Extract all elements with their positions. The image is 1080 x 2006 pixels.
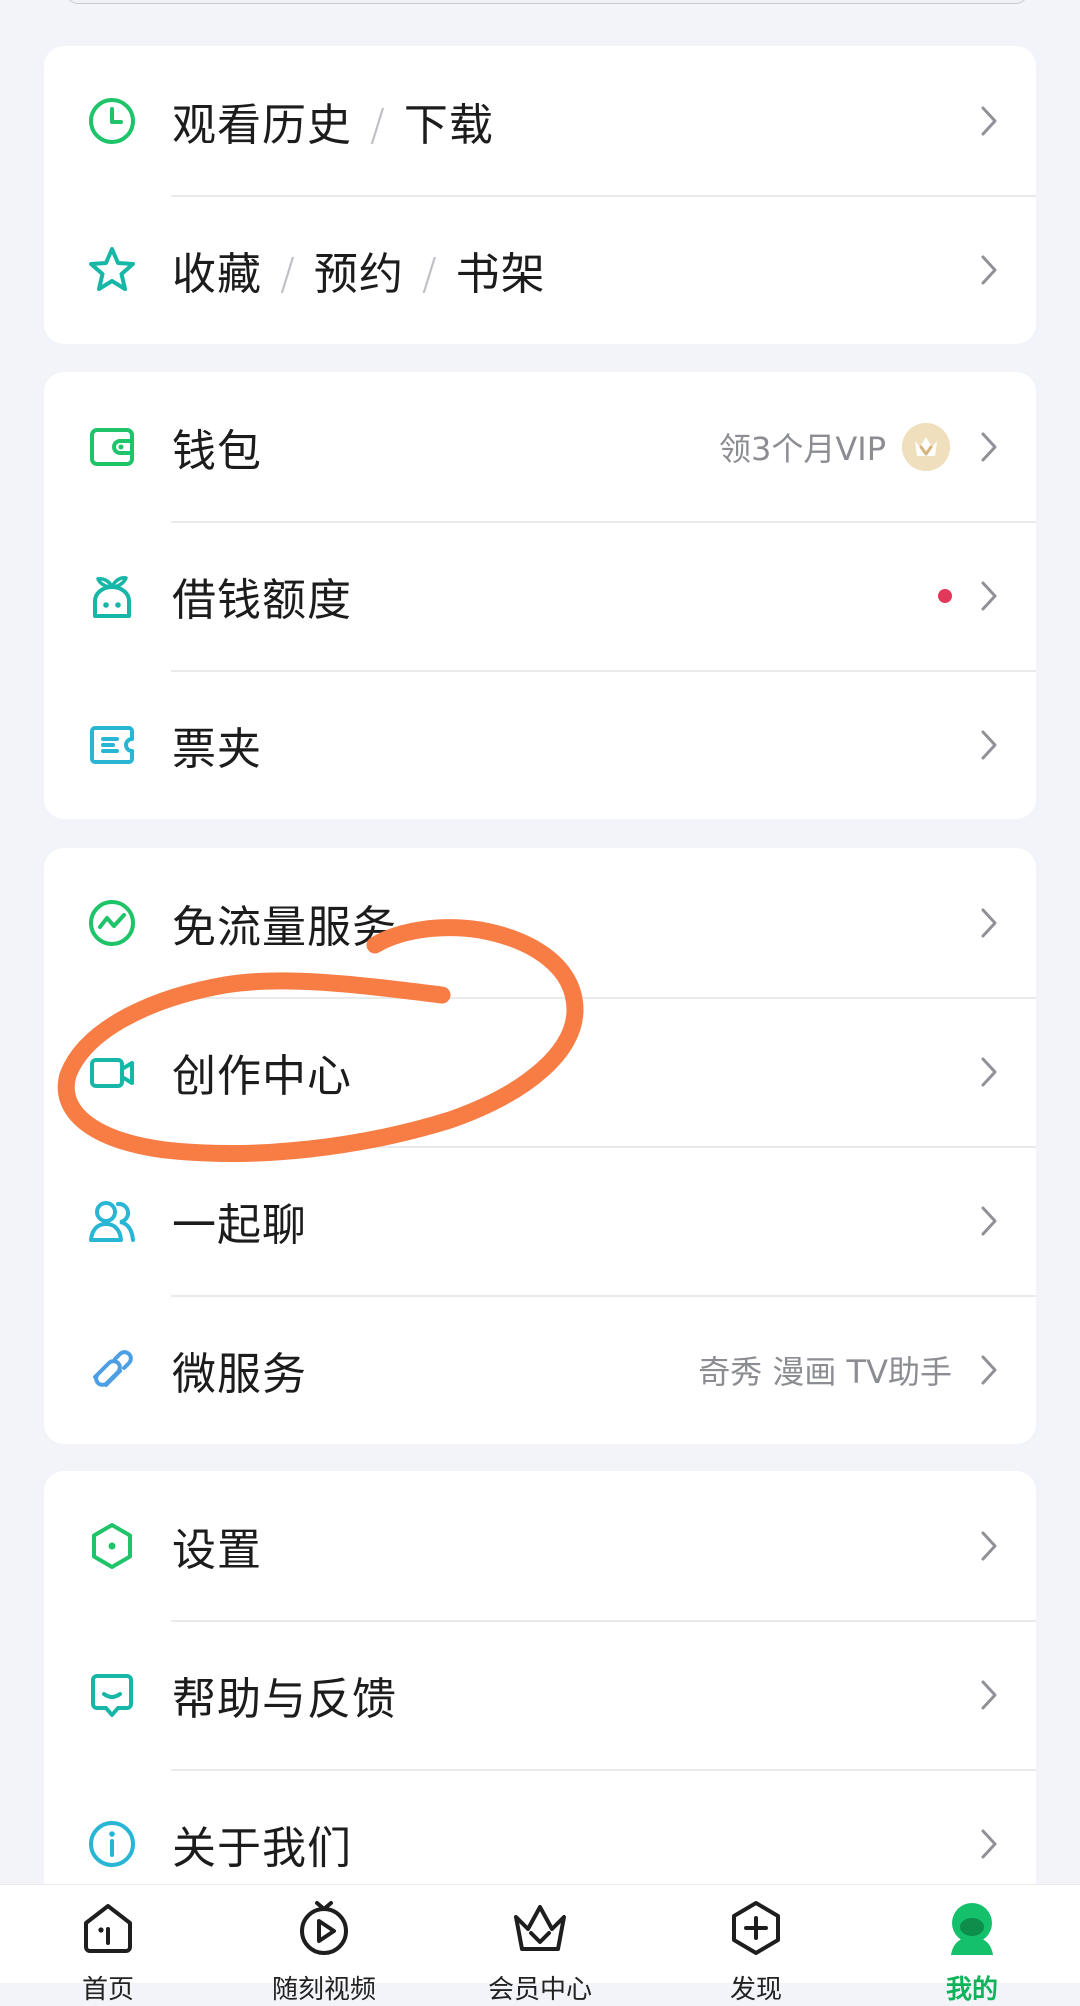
menu-row-free-data[interactable]: 免流量服务 [44, 848, 1036, 997]
info-icon [87, 1819, 137, 1869]
tab-label: 随刻视频 [271, 1975, 376, 2005]
history-card: 观看历史 / 下载 收藏 / 预约 / 书架 [44, 46, 1036, 344]
menu-label: 微服务 [172, 1348, 307, 1400]
wallet-icon [87, 422, 137, 472]
tab-vip-center[interactable]: 会员中心 [432, 1885, 648, 2005]
vip-crown-icon [511, 1899, 569, 1957]
menu-label: 钱包 [172, 425, 262, 477]
tab-me[interactable]: 我的 [864, 1885, 1080, 2005]
tab-label: 首页 [81, 1975, 134, 2005]
menu-label: 帮助与反馈 [172, 1673, 397, 1725]
star-icon [87, 245, 137, 295]
tab-label: 我的 [945, 1975, 998, 2005]
menu-label: 借钱额度 [172, 574, 352, 626]
tab-suike-video[interactable]: 随刻视频 [216, 1885, 432, 2005]
menu-label: 免流量服务 [172, 901, 397, 953]
menu-row-help-feedback[interactable]: 帮助与反馈 [44, 1620, 1036, 1769]
play-icon [295, 1899, 353, 1957]
chevron-right-icon [978, 727, 1000, 763]
menu-label: 一起聊 [172, 1199, 307, 1251]
chevron-right-icon [978, 1203, 1000, 1239]
tab-label: 会员中心 [487, 1975, 592, 2005]
notification-dot [938, 588, 952, 603]
vip-crown-badge [902, 422, 950, 471]
chevron-right-icon [978, 578, 1000, 614]
home-icon [79, 1899, 137, 1957]
people-icon [87, 1196, 137, 1246]
search-bar-remnant [66, 0, 1028, 4]
bottom-tab-bar: 首页 随刻视频 会员中心 发现 我的 [0, 1884, 1080, 2005]
sprout-icon [87, 571, 137, 621]
menu-row-micro-services[interactable]: 微服务 奇秀 漫画 TV助手 [44, 1295, 1036, 1444]
tab-label: 发现 [729, 1975, 782, 2005]
settings-card: 设置 帮助与反馈 关于我们 [44, 1471, 1036, 1918]
menu-label: 收藏 / 预约 / 书架 [172, 248, 546, 300]
menu-label: 关于我们 [172, 1822, 352, 1874]
settings-hexagon-icon [87, 1521, 137, 1571]
chevron-right-icon [978, 1826, 1000, 1862]
micro-services-subtitle: 奇秀 漫画 TV助手 [698, 1352, 952, 1391]
chevron-right-icon [978, 1352, 1000, 1388]
menu-row-wallet[interactable]: 钱包 领3个月VIP [44, 372, 1036, 521]
chevron-right-icon [978, 1054, 1000, 1090]
chevron-right-icon [978, 1528, 1000, 1564]
tab-home[interactable]: 首页 [0, 1885, 216, 2005]
menu-row-creator-center[interactable]: 创作中心 [44, 997, 1036, 1146]
services-card: 免流量服务 创作中心 一起聊 微服务 奇秀 漫画 TV助手 [44, 848, 1036, 1444]
video-camera-icon [87, 1047, 137, 1097]
menu-row-favorites[interactable]: 收藏 / 预约 / 书架 [44, 195, 1036, 344]
menu-row-settings[interactable]: 设置 [44, 1471, 1036, 1620]
menu-label: 票夹 [172, 723, 262, 775]
profile-avatar-icon [943, 1899, 1001, 1957]
wallet-card: 钱包 领3个月VIP 借钱额度 票夹 [44, 372, 1036, 819]
vip-promo-text: 领3个月VIP [719, 429, 886, 468]
chevron-right-icon [978, 1677, 1000, 1713]
link-icon [87, 1345, 137, 1395]
menu-row-ticket-folder[interactable]: 票夹 [44, 670, 1036, 819]
menu-row-chat-together[interactable]: 一起聊 [44, 1146, 1036, 1295]
clock-icon [87, 96, 137, 146]
menu-row-history-download[interactable]: 观看历史 / 下载 [44, 46, 1036, 195]
menu-row-loan-limit[interactable]: 借钱额度 [44, 521, 1036, 670]
tab-discover[interactable]: 发现 [648, 1885, 864, 2005]
menu-label: 创作中心 [172, 1050, 352, 1102]
chevron-right-icon [978, 429, 1000, 465]
chevron-right-icon [978, 103, 1000, 139]
chevron-right-icon [978, 905, 1000, 941]
menu-label: 观看历史 / 下载 [172, 99, 494, 151]
chevron-right-icon [978, 252, 1000, 288]
menu-label: 设置 [172, 1524, 262, 1576]
ticket-icon [87, 720, 137, 770]
feedback-icon [87, 1670, 137, 1720]
data-flow-icon [87, 898, 137, 948]
plus-hexagon-icon [727, 1899, 785, 1957]
